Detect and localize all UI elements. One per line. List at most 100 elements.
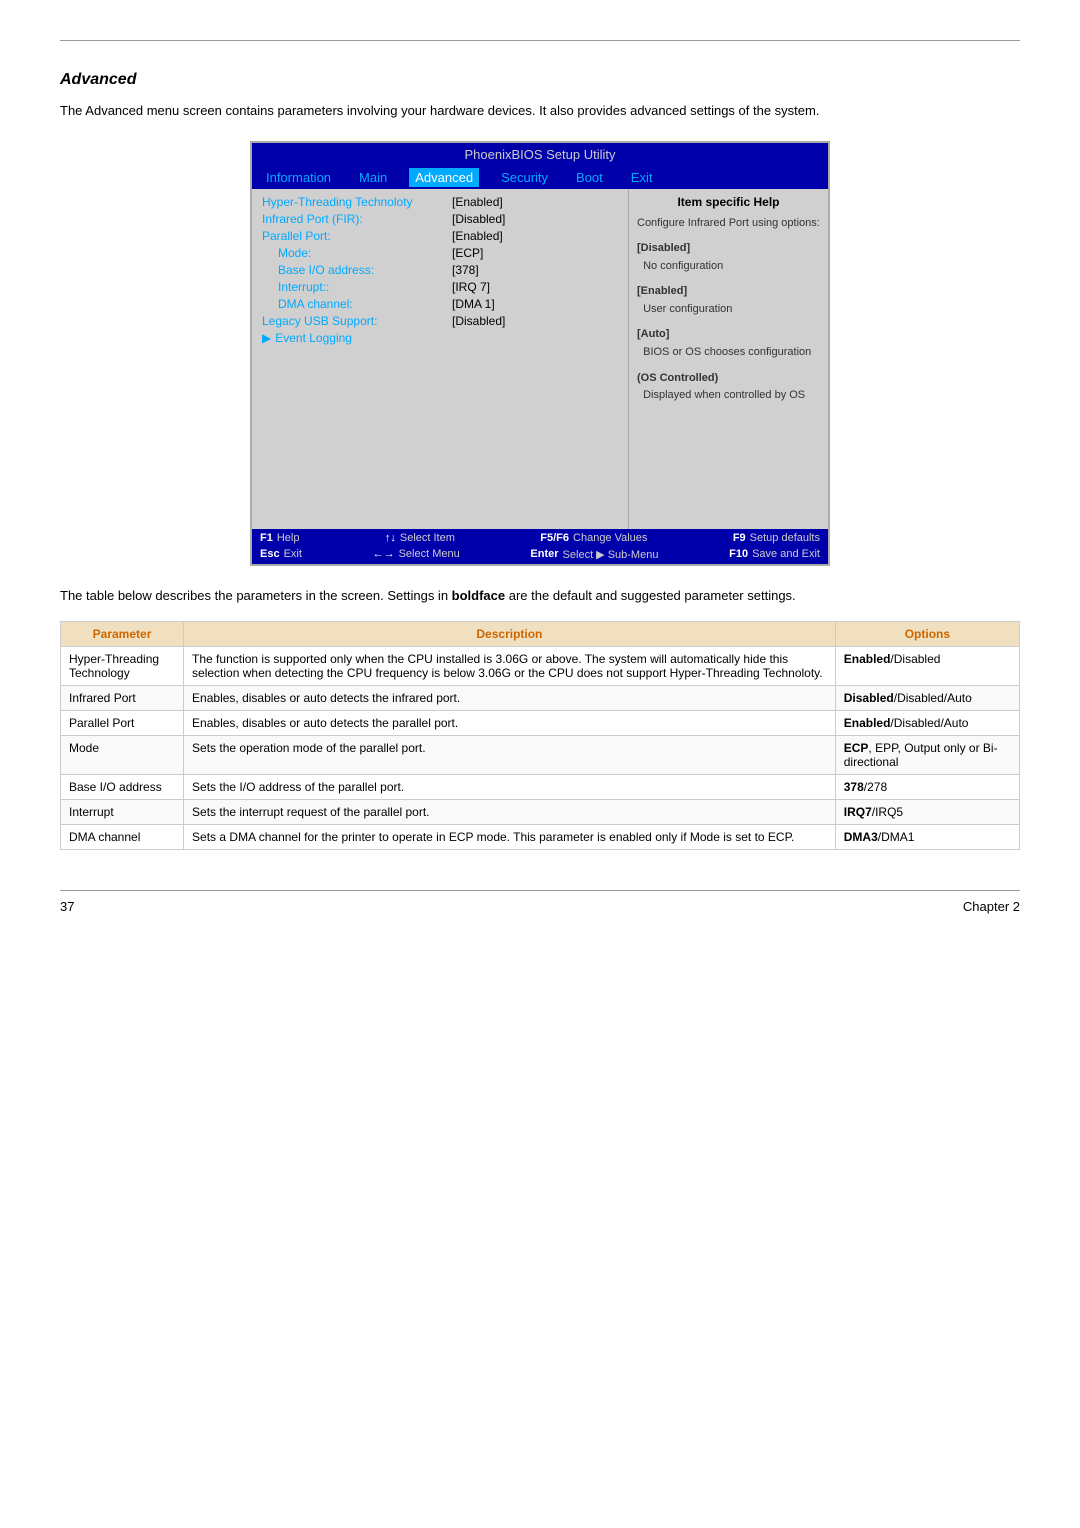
table-row: Infrared Port Enables, disables or auto … [61,686,1020,711]
help-os-title: (OS Controlled) [637,372,718,384]
nav-exit[interactable]: Exit [625,168,659,187]
intro-text: The Advanced menu screen contains parame… [60,101,1020,121]
param-interrupt: Interrupt [61,800,184,825]
help-enabled-opt: [Enabled] User configuration [637,283,820,318]
desc-parallel: Enables, disables or auto detects the pa… [184,711,836,736]
help-auto-title: [Auto] [637,328,669,340]
desc-mode: Sets the operation mode of the parallel … [184,736,836,775]
bios-row-infrared[interactable]: Infrared Port (FIR): [Disabled] [262,212,618,226]
bios-value-hyper: [Enabled] [452,195,503,209]
parameters-table: Parameter Description Options Hyper-Thre… [60,621,1020,850]
table-row: Mode Sets the operation mode of the para… [61,736,1020,775]
footer-select-menu: ←→ Select Menu [373,548,460,561]
help-configure: Configure Infrared Port using options: [637,215,820,233]
table-row: DMA channel Sets a DMA channel for the p… [61,825,1020,850]
desc-interrupt: Sets the interrupt request of the parall… [184,800,836,825]
bios-label-infrared: Infrared Port (FIR): [262,212,452,226]
bios-title: PhoenixBIOS Setup Utility [252,143,828,166]
bios-label-mode: Mode: [262,246,452,260]
help-disabled-opt: [Disabled] No configuration [637,240,820,275]
bios-value-infrared: [Disabled] [452,212,505,226]
options-parallel: Enabled/Disabled/Auto [835,711,1019,736]
nav-security[interactable]: Security [495,168,554,187]
bios-value-base-io: [378] [452,263,479,277]
help-disabled-desc: No configuration [637,260,723,272]
desc-exit: Exit [284,548,302,560]
bios-row-hyper[interactable]: Hyper-Threading Technoloty [Enabled] [262,195,618,209]
table-header-row: Parameter Description Options [61,622,1020,647]
nav-main[interactable]: Main [353,168,393,187]
help-auto-desc: BIOS or OS chooses configuration [637,346,811,358]
table-row: Interrupt Sets the interrupt request of … [61,800,1020,825]
bios-footer-row1: F1 Help ↑↓ Select Item F5/F6 Change Valu… [260,532,820,544]
bios-label-dma: DMA channel: [262,297,452,311]
nav-advanced[interactable]: Advanced [409,168,479,187]
options-hyper: Enabled/Disabled [835,647,1019,686]
bios-footer: F1 Help ↑↓ Select Item F5/F6 Change Valu… [252,529,828,564]
help-os-opt: (OS Controlled) Displayed when controlle… [637,370,820,405]
col-description: Description [184,622,836,647]
key-f9: F9 [733,532,746,544]
desc-hyper: The function is supported only when the … [184,647,836,686]
bios-row-mode[interactable]: Mode: [ECP] [262,246,618,260]
bios-label-usb: Legacy USB Support: [262,314,452,328]
key-f5f6: F5/F6 [540,532,569,544]
section-title: Advanced [60,71,1020,89]
param-hyper: Hyper-Threading Technology [61,647,184,686]
bios-label-base-io: Base I/O address: [262,263,452,277]
submenu-arrow-icon: ▶ [262,331,271,345]
help-auto-opt: [Auto] BIOS or OS chooses configuration [637,326,820,361]
help-configure-text: Configure Infrared Port using options: [637,217,820,229]
bios-footer-row2: Esc Exit ←→ Select Menu Enter Select ▶ S… [260,548,820,561]
col-options: Options [835,622,1019,647]
options-dma: DMA3/DMA1 [835,825,1019,850]
bios-row-dma[interactable]: DMA channel: [DMA 1] [262,297,618,311]
col-parameter: Parameter [61,622,184,647]
bios-value-parallel: [Enabled] [452,229,503,243]
table-row: Parallel Port Enables, disables or auto … [61,711,1020,736]
desc-base-io: Sets the I/O address of the parallel por… [184,775,836,800]
bios-body: Hyper-Threading Technoloty [Enabled] Inf… [252,189,828,529]
bios-row-interrupt[interactable]: Interrupt:: [IRQ 7] [262,280,618,294]
desc-select-menu: Select Menu [399,548,460,560]
table-row: Hyper-Threading Technology The function … [61,647,1020,686]
footer-f9: F9 Setup defaults [733,532,820,544]
table-row: Base I/O address Sets the I/O address of… [61,775,1020,800]
desc-sub-menu: Select ▶ Sub-Menu [563,548,659,561]
bios-row-usb[interactable]: Legacy USB Support: [Disabled] [262,314,618,328]
param-infrared: Infrared Port [61,686,184,711]
bios-help-panel: Item specific Help Configure Infrared Po… [628,189,828,529]
footer-esc: Esc Exit [260,548,302,561]
bios-label-hyper: Hyper-Threading Technoloty [262,195,452,209]
desc-change-values: Change Values [573,532,647,544]
footer-enter: Enter Select ▶ Sub-Menu [530,548,658,561]
key-f10: F10 [729,548,748,560]
footer-f10: F10 Save and Exit [729,548,820,561]
help-enabled-title: [Enabled] [637,285,687,297]
bios-help-content: Configure Infrared Port using options: [… [637,215,820,405]
nav-information[interactable]: Information [260,168,337,187]
page-footer: 37 Chapter 2 [60,890,1020,914]
bios-value-interrupt: [IRQ 7] [452,280,490,294]
desc-select-item: Select Item [400,532,455,544]
footer-select-item: ↑↓ Select Item [385,532,455,544]
desc-dma: Sets a DMA channel for the printer to op… [184,825,836,850]
bios-help-title: Item specific Help [637,195,820,209]
bios-params: Hyper-Threading Technoloty [Enabled] Inf… [252,189,628,529]
key-esc: Esc [260,548,280,560]
bios-row-parallel[interactable]: Parallel Port: [Enabled] [262,229,618,243]
bios-row-event-logging[interactable]: ▶Event Logging [262,331,618,345]
nav-boot[interactable]: Boot [570,168,609,187]
bios-label-event-logging: ▶Event Logging [262,331,352,345]
bios-screen: PhoenixBIOS Setup Utility Information Ma… [250,141,830,566]
options-interrupt: IRQ7/IRQ5 [835,800,1019,825]
bios-row-base-io[interactable]: Base I/O address: [378] [262,263,618,277]
top-divider [60,40,1020,41]
options-infrared: Disabled/Disabled/Auto [835,686,1019,711]
param-dma: DMA channel [61,825,184,850]
options-base-io: 378/278 [835,775,1019,800]
bios-label-interrupt: Interrupt:: [262,280,452,294]
desc-setup-defaults: Setup defaults [750,532,820,544]
chapter-label: Chapter 2 [963,899,1020,914]
help-enabled-desc: User configuration [637,303,732,315]
